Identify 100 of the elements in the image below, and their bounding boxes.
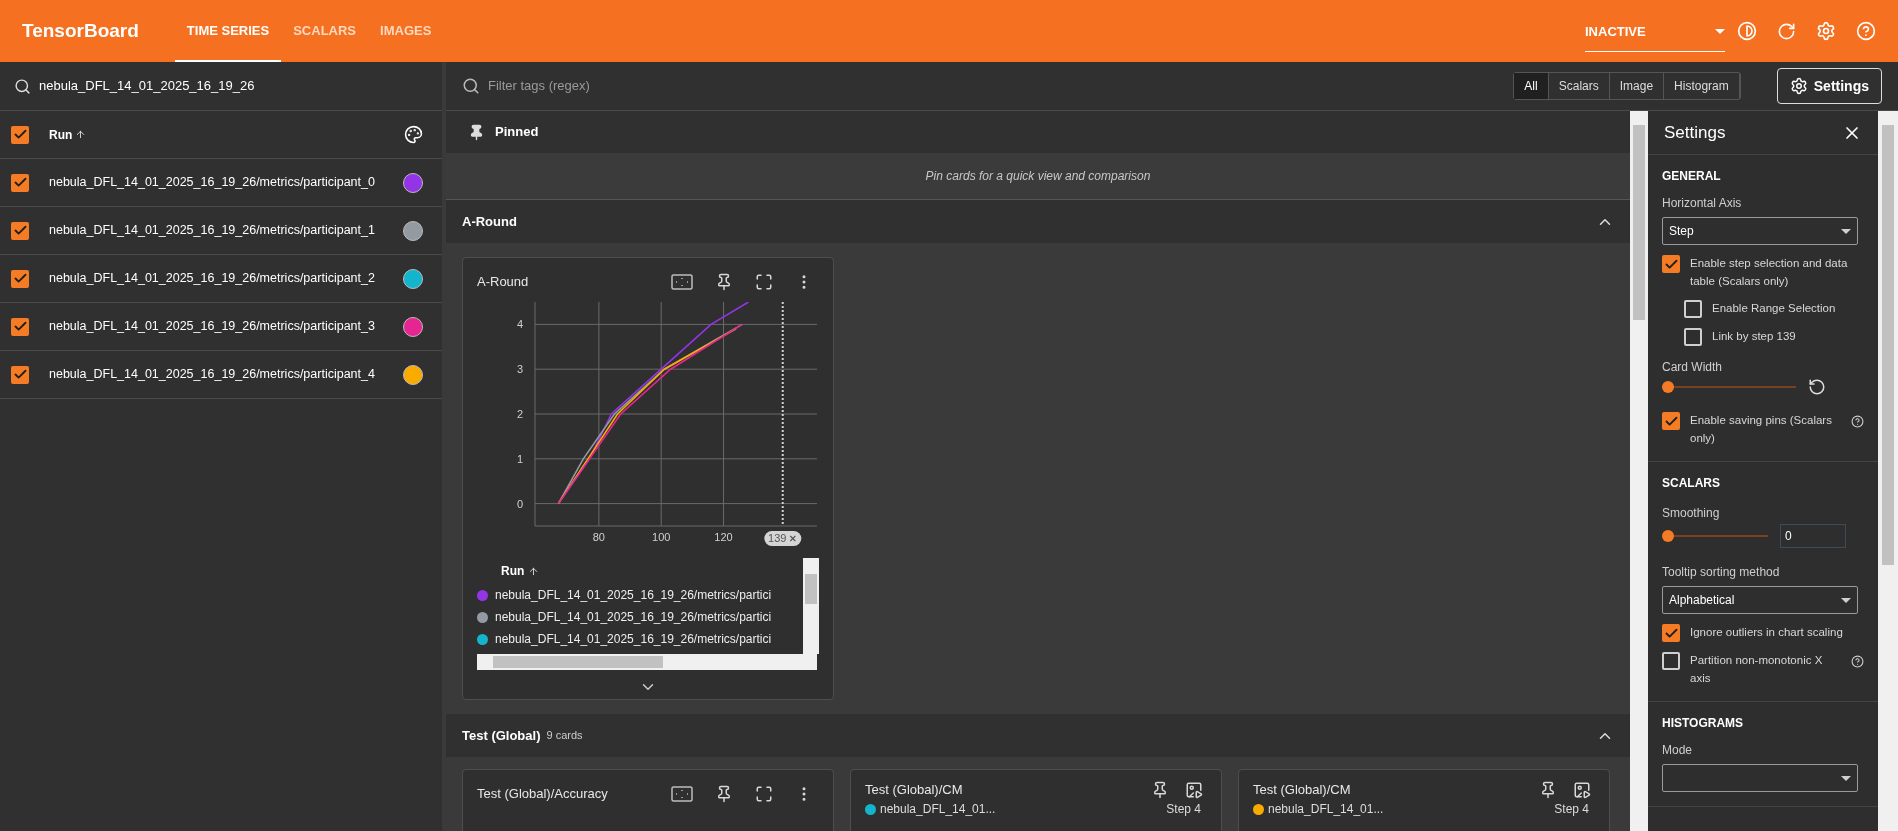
run-filter-field[interactable]: nebula_DFL_14_01_2025_16_19_26: [0, 62, 442, 111]
pin-icon: [468, 123, 485, 141]
number-field[interactable]: 0: [1780, 524, 1846, 548]
field-label: Tooltip sorting method: [1662, 564, 1781, 581]
select-field[interactable]: [1662, 764, 1858, 792]
column-header[interactable]: Run: [49, 125, 73, 144]
image-icon[interactable]: [1185, 781, 1203, 799]
sort-arrow-icon: [528, 565, 540, 577]
image-icon[interactable]: [1573, 781, 1591, 799]
checkbox[interactable]: [1662, 652, 1680, 670]
search-icon: [14, 77, 31, 95]
section-heading: HISTOGRAMS: [1662, 715, 1745, 732]
card-title: Test (Global)/CM: [865, 781, 964, 800]
horizontal-scrollbar[interactable]: [477, 654, 817, 670]
card-title: Test (Global)/Accuracy: [477, 785, 609, 804]
slider-thumb[interactable]: [1662, 530, 1674, 542]
app-title: TensorBoard: [22, 18, 139, 43]
settings-icon: [1789, 77, 1808, 95]
checkbox[interactable]: [11, 317, 29, 336]
checkbox[interactable]: [1662, 412, 1680, 430]
run-name: nebula_DFL_14_01_2025_16_19_26/metrics/participant_1: [49, 222, 376, 240]
checkbox[interactable]: [1662, 255, 1680, 273]
field-label: Horizontal Axis: [1662, 195, 1743, 212]
run-row[interactable]: nebula_DFL_14_01_2025_16_19_26/metrics/participant_3: [0, 303, 442, 351]
checkbox[interactable]: [1662, 624, 1680, 642]
select-field[interactable]: Alphabetical: [1662, 586, 1858, 614]
help-icon[interactable]: [1851, 655, 1864, 668]
step-marker-line[interactable]: [781, 302, 784, 527]
checkbox[interactable]: [11, 125, 29, 144]
run-name: nebula_DFL_14_01_2025_16_19_26/metrics/partici: [495, 609, 772, 626]
caret-icon: [1841, 228, 1851, 234]
group-title: A-Round: [462, 212, 517, 231]
pin-icon[interactable]: [715, 273, 733, 291]
caret-icon: [1715, 29, 1725, 34]
filter-toggle[interactable]: Scalars: [1548, 73, 1610, 99]
caret-icon: [1841, 775, 1851, 781]
run-row[interactable]: nebula_DFL_14_01_2025_16_19_26/metrics/participant_1: [0, 207, 442, 255]
field-label: Smoothing: [1662, 505, 1721, 522]
field-label: Card Width: [1662, 359, 1724, 376]
x-tick-label: 80: [592, 531, 605, 543]
checkbox[interactable]: [1684, 328, 1702, 346]
checkbox-label: Enable step selection and data table (Scalars only): [1690, 256, 1849, 289]
card-count: 9 cards: [546, 728, 583, 744]
run-name: nebula_DFL_14_01...: [880, 802, 997, 817]
scrollbar[interactable]: [1878, 111, 1898, 831]
sort-arrow-icon: [75, 129, 87, 140]
fullscreen-icon[interactable]: [755, 273, 773, 291]
y-tick-label: 2: [516, 408, 523, 420]
run-name: nebula_DFL_14_01_2025_16_19_26/metrics/participant_0: [49, 174, 376, 192]
checkbox[interactable]: [11, 269, 29, 288]
filter-toggle[interactable]: Image: [1609, 73, 1665, 99]
run-name: nebula_DFL_14_01_2025_16_19_26/metrics/participant_2: [49, 270, 376, 288]
reset-icon[interactable]: [1808, 378, 1826, 396]
checkbox-label: Link by step 139: [1712, 329, 1796, 344]
y-tick-label: 3: [516, 363, 523, 376]
checkbox[interactable]: [11, 221, 29, 240]
vertical-scrollbar[interactable]: [803, 558, 819, 654]
checkbox-label: Partition non-monotonic X axis: [1690, 653, 1824, 686]
fit-to-data-icon[interactable]: [671, 274, 693, 290]
refresh-icon[interactable]: [1777, 21, 1796, 41]
fullscreen-icon[interactable]: [755, 785, 773, 803]
settings-button[interactable]: Settings: [1776, 68, 1882, 104]
section-heading: SCALARS: [1662, 475, 1721, 492]
run-row[interactable]: nebula_DFL_14_01_2025_16_19_26/metrics/participant_4: [0, 351, 442, 399]
slider-thumb[interactable]: [1662, 381, 1674, 393]
checkbox[interactable]: [11, 365, 29, 384]
slider[interactable]: [1662, 381, 1796, 393]
slider[interactable]: [1662, 530, 1768, 542]
pin-icon[interactable]: [1539, 781, 1557, 799]
step-chip-label: 139: [768, 531, 787, 547]
legend-header[interactable]: Run: [501, 562, 525, 580]
palette-icon[interactable]: [404, 125, 423, 144]
run-row[interactable]: nebula_DFL_14_01_2025_16_19_26/metrics/participant_0: [0, 159, 442, 207]
settings-icon[interactable]: [1816, 21, 1836, 41]
checkbox-label: Ignore outliers in chart scaling: [1690, 625, 1843, 640]
field-label: Mode: [1662, 742, 1694, 759]
brightness-icon[interactable]: [1737, 21, 1757, 41]
x-tick-label: 120: [714, 531, 733, 543]
group-title: Test (Global): [462, 726, 541, 745]
step-label: Step 4: [1166, 802, 1202, 817]
run-name: nebula_DFL_14_01_2025_16_19_26/metrics/partici: [495, 587, 772, 604]
pin-icon[interactable]: [715, 785, 733, 803]
filter-toggle[interactable]: All: [1514, 73, 1549, 99]
scrollbar[interactable]: [1630, 111, 1648, 831]
step-chip[interactable]: 139: [764, 531, 802, 546]
tag-filter-field[interactable]: Filter tags (regex): [488, 76, 1514, 96]
card-title: Test (Global)/CM: [1253, 781, 1352, 800]
checkbox[interactable]: [11, 173, 29, 192]
help-icon[interactable]: [1851, 415, 1864, 428]
select-value: Step: [1669, 223, 1694, 240]
y-tick-label: 4: [516, 318, 523, 331]
filter-toggle[interactable]: Histogram: [1664, 73, 1740, 99]
run-row[interactable]: nebula_DFL_14_01_2025_16_19_26/metrics/participant_2: [0, 255, 442, 303]
y-tick-label: 0: [516, 497, 523, 510]
pin-icon[interactable]: [1151, 781, 1169, 799]
y-tick-label: 1: [516, 452, 523, 465]
select-field[interactable]: Step: [1662, 217, 1858, 245]
checkbox[interactable]: [1684, 300, 1702, 318]
x-tick-label: 100: [652, 531, 671, 543]
fit-to-data-icon[interactable]: [671, 786, 693, 802]
